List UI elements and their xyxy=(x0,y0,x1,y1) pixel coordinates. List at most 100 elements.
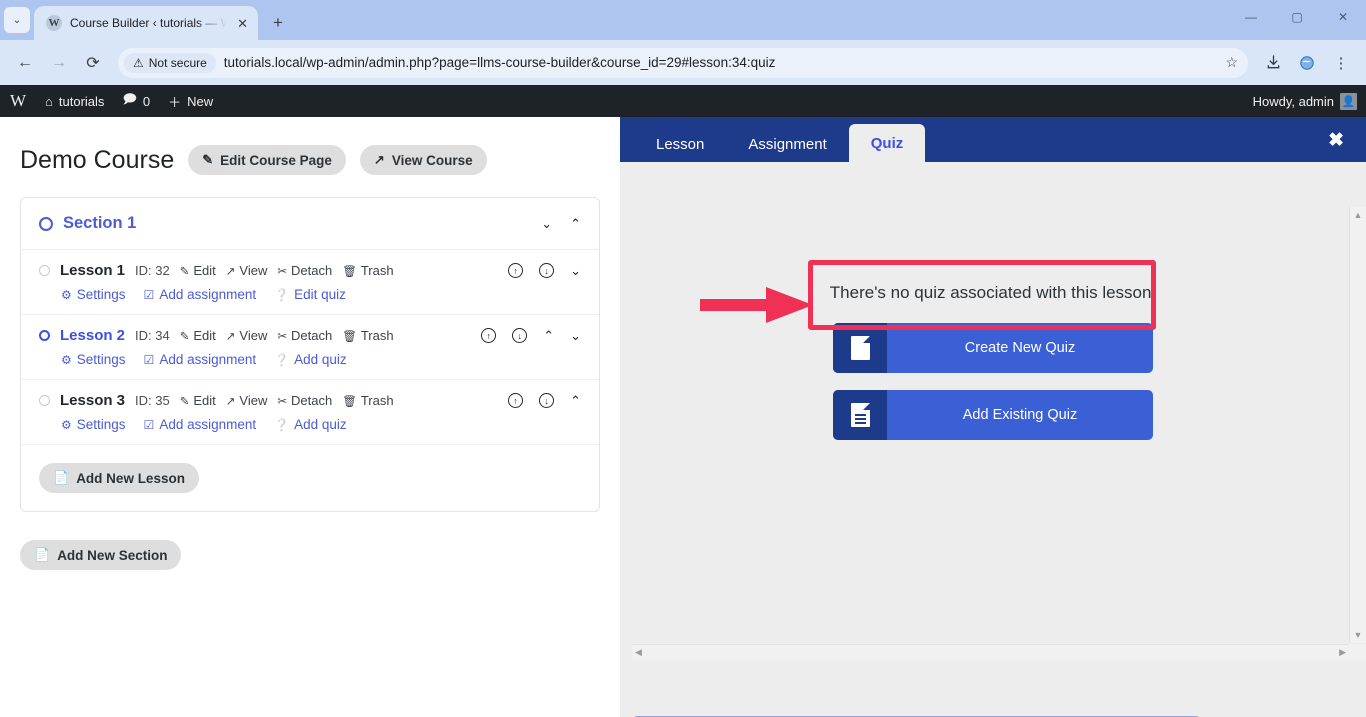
scroll-right-icon[interactable]: ▶ xyxy=(1339,647,1346,658)
lesson-title[interactable]: Lesson 3 xyxy=(60,392,125,409)
close-tab-icon[interactable]: ✕ xyxy=(235,15,250,32)
bookmark-star-icon[interactable]: ☆ xyxy=(1225,54,1238,71)
section-header[interactable]: Section 1 ⌄ ⌃ xyxy=(21,198,599,249)
edit-course-page-button[interactable]: ✎ Edit Course Page xyxy=(188,145,346,175)
lesson-add-assignment-link[interactable]: ☑ Add assignment xyxy=(144,352,257,367)
horizontal-scrollbar[interactable]: ◀ ▶ xyxy=(632,644,1349,660)
lesson-add-assignment-link[interactable]: ☑ Add assignment xyxy=(144,287,257,302)
lesson-settings-link[interactable]: ⚙ Settings xyxy=(61,287,126,302)
lesson-settings-link[interactable]: ⚙ Settings xyxy=(61,352,126,367)
download-icon[interactable] xyxy=(1258,48,1288,78)
adminbar-new-item[interactable]: ＋ New xyxy=(159,85,222,117)
lesson-trash-label: Trash xyxy=(360,263,394,278)
move-up-circle-icon[interactable]: ↑ xyxy=(508,393,524,408)
browser-tab-strip: ⌄ W Course Builder ‹ tutorials — Wo ✕ + … xyxy=(0,0,1366,40)
new-label: New xyxy=(187,93,214,109)
lesson-view-label: View xyxy=(239,328,268,343)
lesson-row-main: Lesson 2 ID: 34 ✎ Edit ↗ View ✂ Detach 🗑… xyxy=(39,327,581,344)
browser-tab[interactable]: W Course Builder ‹ tutorials — Wo ✕ xyxy=(34,6,258,40)
browser-menu-icon[interactable]: ⋮ xyxy=(1326,48,1356,78)
move-up-circle-icon[interactable]: ↑ xyxy=(481,328,497,343)
tab-quiz[interactable]: Quiz xyxy=(848,124,926,162)
back-icon[interactable]: ← xyxy=(10,48,40,78)
lesson-trash-link[interactable]: 🗑 Trash xyxy=(342,393,393,408)
close-builder-pane-icon[interactable]: ✖ xyxy=(1328,129,1344,152)
lesson-add-assignment-link[interactable]: ☑ Add assignment xyxy=(144,417,257,432)
tab-assignment[interactable]: Assignment xyxy=(726,126,848,162)
lesson-settings-link[interactable]: ⚙ Settings xyxy=(61,417,126,432)
lesson-view-link[interactable]: ↗ View xyxy=(226,263,268,278)
vertical-scrollbar[interactable]: ▲ ▼ xyxy=(1349,207,1366,643)
lesson-trash-label: Trash xyxy=(360,328,394,343)
new-tab-button[interactable]: + xyxy=(264,9,292,37)
lesson-collapse-up-icon[interactable]: ⌃ xyxy=(570,393,581,409)
lesson-add-assignment-label: Add assignment xyxy=(159,352,257,367)
create-new-quiz-label: Create New Quiz xyxy=(964,340,1076,356)
lesson-edit-link[interactable]: ✎ Edit xyxy=(180,328,216,343)
lesson-trash-link[interactable]: 🗑 Trash xyxy=(342,263,393,278)
lesson-view-link[interactable]: ↗ View xyxy=(226,393,268,408)
lesson-edit-link[interactable]: ✎ Edit xyxy=(180,393,216,408)
lesson-detach-link[interactable]: ✂ Detach xyxy=(277,393,332,408)
maximize-icon[interactable]: ▢ xyxy=(1274,0,1320,34)
lesson-detach-label: Detach xyxy=(291,393,333,408)
lesson-collapse-down-icon[interactable]: ⌄ xyxy=(570,263,581,279)
create-new-quiz-button[interactable]: Create New Quiz xyxy=(833,323,1153,373)
adminbar-account-item[interactable]: Howdy, admin 👤 xyxy=(1244,85,1366,117)
reload-icon[interactable]: ⟳ xyxy=(78,48,108,78)
move-down-circle-icon[interactable]: ↓ xyxy=(539,263,555,278)
lesson-view-link[interactable]: ↗ View xyxy=(226,328,268,343)
close-window-icon[interactable]: ✕ xyxy=(1320,0,1366,34)
lesson-edit-link[interactable]: ✎ Edit xyxy=(180,263,216,278)
adminbar-site-item[interactable]: ⌂ tutorials xyxy=(36,85,113,117)
comments-count: 0 xyxy=(142,93,151,109)
address-bar[interactable]: ⚠ Not secure tutorials.local/wp-admin/ad… xyxy=(118,47,1248,78)
lesson-collapse-down-icon[interactable]: ⌄ xyxy=(570,328,581,344)
add-new-lesson-button[interactable]: 📄 Add New Lesson xyxy=(39,463,199,493)
lesson-move-controls: ↑ ↓ ⌃ xyxy=(508,393,581,409)
scroll-down-icon[interactable]: ▼ xyxy=(1354,630,1363,640)
security-status-badge[interactable]: ⚠ Not secure xyxy=(124,52,216,73)
lesson-view-label: View xyxy=(239,393,268,408)
lesson-detach-link[interactable]: ✂ Detach xyxy=(277,328,332,343)
view-course-button[interactable]: ↗ View Course xyxy=(359,145,487,175)
scroll-left-icon[interactable]: ◀ xyxy=(635,647,642,658)
tab-lesson[interactable]: Lesson xyxy=(634,126,726,162)
section-move-down-icon[interactable]: ⌄ xyxy=(541,216,552,232)
browser-toolbar: ← → ⟳ ⚠ Not secure tutorials.local/wp-ad… xyxy=(0,40,1366,85)
lesson-status-circle-icon xyxy=(39,395,50,406)
extension-icon[interactable] xyxy=(1292,48,1322,78)
lesson-title[interactable]: Lesson 2 xyxy=(60,327,125,344)
document-icon: 📄 xyxy=(34,547,51,562)
section-controls: ⌄ ⌃ xyxy=(541,216,581,232)
wordpress-logo-icon[interactable]: W xyxy=(0,91,36,111)
move-down-circle-icon[interactable]: ↓ xyxy=(539,393,555,408)
lesson-quiz-link[interactable]: ❔ Edit quiz xyxy=(274,287,346,302)
move-up-circle-icon[interactable]: ↑ xyxy=(508,263,524,278)
adminbar-comments-item[interactable]: 🗩 0 xyxy=(113,85,159,117)
lesson-title[interactable]: Lesson 1 xyxy=(60,262,125,279)
gear-icon: ⚙ xyxy=(61,352,72,367)
checkbox-icon: ☑ xyxy=(143,417,155,432)
lesson-trash-label: Trash xyxy=(360,393,394,408)
lesson-row[interactable]: Lesson 2 ID: 34 ✎ Edit ↗ View ✂ Detach 🗑… xyxy=(21,314,599,379)
scroll-up-icon[interactable]: ▲ xyxy=(1354,210,1363,220)
minimize-icon[interactable]: — xyxy=(1228,0,1274,34)
lesson-collapse-up-icon[interactable]: ⌃ xyxy=(543,328,554,344)
lesson-row[interactable]: Lesson 3 ID: 35 ✎ Edit ↗ View ✂ Detach 🗑… xyxy=(21,379,599,444)
move-down-circle-icon[interactable]: ↓ xyxy=(512,328,528,343)
add-new-section-button[interactable]: 📄 Add New Section xyxy=(20,540,182,570)
lesson-trash-link[interactable]: 🗑 Trash xyxy=(342,328,393,343)
lesson-settings-label: Settings xyxy=(76,287,126,302)
lesson-row[interactable]: Lesson 1 ID: 32 ✎ Edit ↗ View ✂ Detach 🗑… xyxy=(21,249,599,314)
lesson-quiz-link[interactable]: ❔ Add quiz xyxy=(274,352,347,367)
lesson-edit-label: Edit xyxy=(193,328,216,343)
edit-course-page-label: Edit Course Page xyxy=(220,152,332,168)
tab-list-button[interactable]: ⌄ xyxy=(4,7,30,33)
question-circle-icon: ❔ xyxy=(274,417,290,432)
section-move-up-icon[interactable]: ⌃ xyxy=(570,216,581,232)
lesson-quiz-link[interactable]: ❔ Add quiz xyxy=(274,417,347,432)
forward-icon[interactable]: → xyxy=(44,48,74,78)
add-existing-quiz-button[interactable]: Add Existing Quiz xyxy=(833,390,1153,440)
lesson-detach-link[interactable]: ✂ Detach xyxy=(277,263,332,278)
